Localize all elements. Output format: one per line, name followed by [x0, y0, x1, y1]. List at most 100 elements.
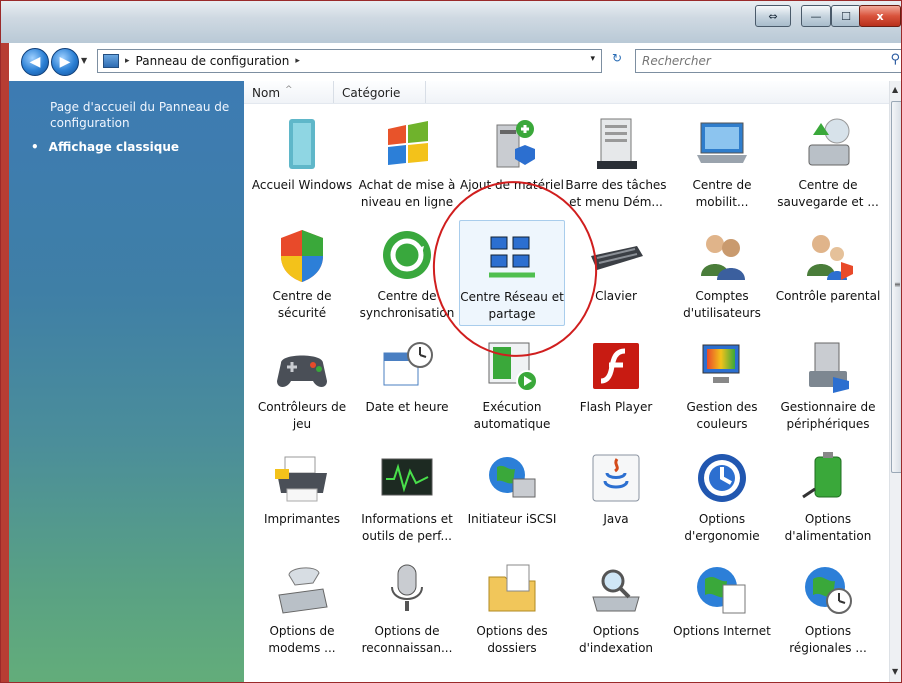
item-label: Date et heure	[365, 400, 449, 414]
title-bar: ⇔ — ☐ x	[1, 1, 901, 43]
control-panel-item[interactable]: Centre de sauvegarde et ...	[775, 109, 881, 215]
close-button[interactable]: x	[859, 5, 901, 27]
breadcrumb-chevron-icon[interactable]: ▸	[295, 56, 300, 66]
recent-pages-dropdown[interactable]: ▼	[81, 56, 87, 65]
item-label: Java	[603, 512, 629, 526]
classic-view-label: Affichage classique	[48, 140, 179, 154]
backup-icon	[799, 115, 857, 173]
user-accounts-icon	[693, 226, 751, 284]
item-label: Flash Player	[579, 400, 653, 414]
control-panel-item[interactable]: Options d'ergonomie	[669, 443, 775, 549]
breadcrumb-control-panel[interactable]: Panneau de configuration	[136, 54, 290, 68]
classic-view-link[interactable]: • Affichage classique	[31, 140, 179, 154]
control-panel-item[interactable]: Accueil Windows	[249, 109, 355, 215]
mobility-center-icon	[693, 115, 751, 173]
search-icon[interactable]: ⚲	[890, 52, 900, 67]
control-panel-item[interactable]: Achat de mise à niveau en ligne	[354, 109, 460, 215]
column-header-name-label: Nom	[252, 86, 281, 100]
control-panel-item[interactable]: Exécution automatique	[459, 331, 565, 437]
control-panel-item[interactable]: Comptes d'utilisateurs	[669, 220, 775, 326]
control-panel-item[interactable]: Barre des tâches et menu Dém...	[563, 109, 669, 215]
control-panel-item[interactable]: Flash Player	[563, 331, 669, 437]
scroll-up-icon[interactable]: ▲	[892, 85, 898, 94]
vertical-scrollbar[interactable]: ▲ ≡ ▼	[889, 81, 901, 682]
security-shield-icon	[273, 226, 331, 284]
control-panel-item[interactable]: Contrôle parental	[775, 220, 881, 326]
address-bar[interactable]: ▸ Panneau de configuration ▸ ▾	[97, 49, 602, 73]
item-label: Options d'ergonomie	[684, 512, 760, 543]
column-header-category-label: Catégorie	[342, 86, 401, 100]
control-panel-item[interactable]: Gestionnaire de périphériques	[775, 331, 881, 437]
control-panel-item[interactable]: Options de reconnaissan...	[354, 555, 460, 661]
column-headers: Nom ^ Catégorie	[244, 81, 889, 104]
control-panel-item[interactable]: Java	[563, 443, 669, 549]
control-panel-item[interactable]: Imprimantes	[249, 443, 355, 549]
item-label: Exécution automatique	[473, 400, 551, 431]
item-label: Options Internet	[673, 624, 771, 638]
control-panel-item[interactable]: Centre de synchronisation	[354, 220, 460, 326]
control-panel-item[interactable]: Options de modems ...	[249, 555, 355, 661]
control-panel-window: ⇔ — ☐ x ◀ ▶ ▼ ▸ Panneau de configuration…	[0, 0, 902, 683]
column-header-category[interactable]: Catégorie	[334, 81, 426, 103]
item-label: Initiateur iSCSI	[467, 512, 557, 526]
internet-options-icon	[693, 561, 751, 619]
iscsi-globe-icon	[483, 449, 541, 507]
forward-button[interactable]: ▶	[51, 48, 79, 76]
item-label: Centre de sécurité	[272, 289, 332, 320]
item-label: Ajout de matériel	[460, 178, 564, 192]
control-panel-item[interactable]: Date et heure	[354, 331, 460, 437]
calendar-clock-icon	[378, 337, 436, 395]
control-panel-item[interactable]: Ajout de matériel	[459, 109, 565, 215]
microphone-icon	[378, 561, 436, 619]
color-management-icon	[693, 337, 751, 395]
item-label: Informations et outils de perf...	[361, 512, 453, 543]
control-panel-home-link[interactable]: Page d'accueil du Panneau de configurati…	[50, 99, 238, 131]
control-panel-item[interactable]: Informations et outils de perf...	[354, 443, 460, 549]
control-panel-item[interactable]: Initiateur iSCSI	[459, 443, 565, 549]
item-label: Contrôle parental	[775, 289, 881, 303]
item-label: Centre de mobilit...	[692, 178, 752, 209]
window-border	[1, 43, 9, 682]
minimize-button[interactable]: —	[801, 5, 831, 27]
control-panel-item[interactable]: Options des dossiers	[459, 555, 565, 661]
control-panel-item[interactable]: Centre de mobilit...	[669, 109, 775, 215]
taskbar-icon	[587, 115, 645, 173]
item-label: Barre des tâches et menu Dém...	[565, 178, 667, 209]
control-panel-item[interactable]: Centre Réseau et partage	[459, 220, 565, 326]
power-options-icon	[799, 449, 857, 507]
control-panel-item[interactable]: Options d'indexation	[563, 555, 669, 661]
control-panel-item[interactable]: Clavier	[563, 220, 669, 326]
breadcrumb-separator-icon[interactable]: ▸	[125, 56, 130, 66]
control-panel-item[interactable]: Options Internet	[669, 555, 775, 661]
column-header-name[interactable]: Nom ^	[244, 81, 334, 103]
windows-flag-icon	[378, 115, 436, 173]
address-dropdown-icon[interactable]: ▾	[590, 54, 595, 64]
control-panel-item[interactable]: Gestion des couleurs	[669, 331, 775, 437]
search-input[interactable]	[636, 50, 884, 72]
control-panel-item[interactable]: Options d'alimentation	[775, 443, 881, 549]
control-panel-item[interactable]: Options régionales ...	[775, 555, 881, 661]
restore-view-button[interactable]: ⇔	[755, 5, 791, 27]
control-panel-icon	[103, 54, 119, 68]
folder-options-icon	[483, 561, 541, 619]
flash-icon	[587, 337, 645, 395]
regional-globe-icon	[799, 561, 857, 619]
item-label: Options des dossiers	[476, 624, 548, 655]
maximize-button[interactable]: ☐	[831, 5, 861, 27]
item-label: Achat de mise à niveau en ligne	[358, 178, 456, 209]
back-button[interactable]: ◀	[21, 48, 49, 76]
item-label: Options de modems ...	[268, 624, 336, 655]
modem-phone-icon	[273, 561, 331, 619]
item-label: Centre de synchronisation	[359, 289, 455, 320]
item-label: Gestion des couleurs	[686, 400, 758, 431]
item-label: Gestionnaire de périphériques	[780, 400, 876, 431]
scroll-grip-icon: ≡	[894, 280, 901, 289]
bullet: •	[31, 140, 39, 154]
refresh-icon[interactable]: ↻	[604, 51, 630, 71]
scroll-down-icon[interactable]: ▼	[892, 667, 898, 676]
control-panel-item[interactable]: Contrôleurs de jeu	[249, 331, 355, 437]
control-panel-item[interactable]: Centre de sécurité	[249, 220, 355, 326]
scroll-thumb[interactable]: ≡	[891, 101, 901, 473]
task-pane: Page d'accueil du Panneau de configurati…	[9, 81, 244, 682]
item-label: Imprimantes	[263, 512, 341, 526]
